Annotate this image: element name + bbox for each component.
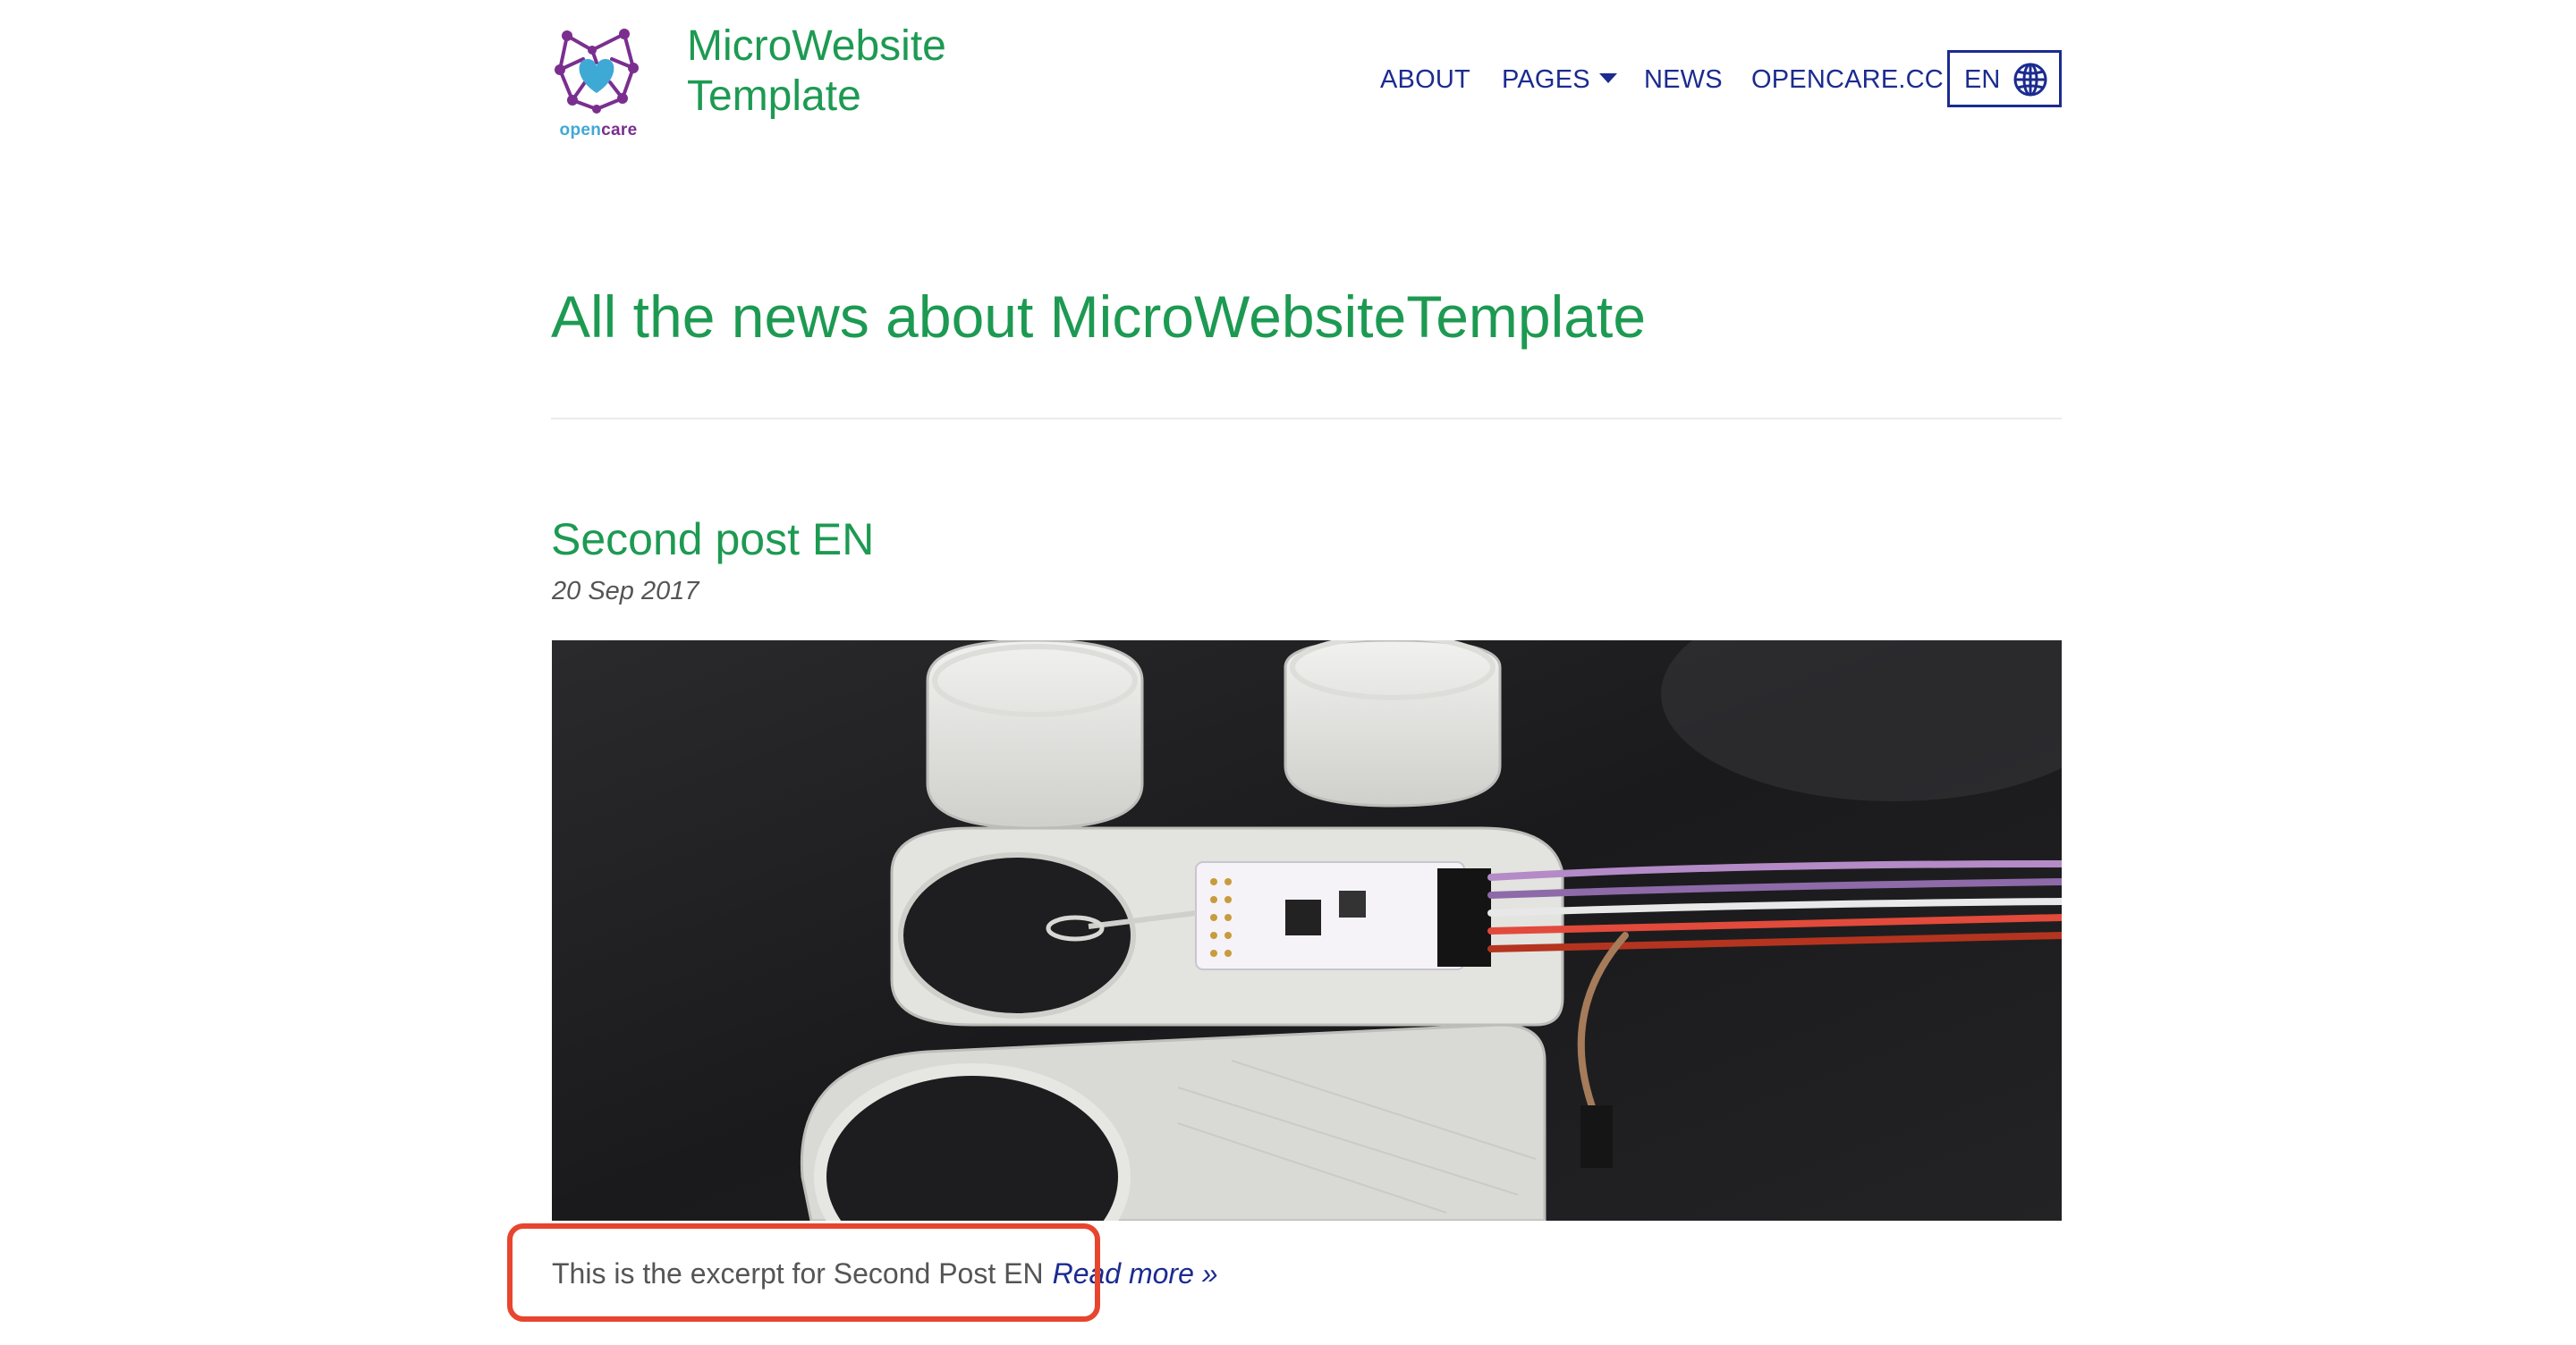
nav-item-about[interactable]: ABOUT: [1380, 64, 1470, 95]
language-label: EN: [1964, 65, 2001, 94]
read-more-link[interactable]: Read more »: [1053, 1257, 1218, 1290]
post-excerpt-text: This is the excerpt for Second Post EN: [552, 1257, 1044, 1290]
nav-item-opencare[interactable]: OPENCARE.CC: [1751, 64, 1944, 95]
post-image-illustration: [552, 640, 2062, 1221]
nav-item-pages-label: PAGES: [1502, 65, 1590, 94]
logo-word-care: care: [601, 121, 638, 140]
globe-icon: [2013, 63, 2047, 97]
page-title: All the news about MicroWebsiteTemplate: [551, 283, 1647, 350]
page: opencare MicroWebsite Template ABOUT PAG…: [0, 0, 2576, 1345]
post-date: 20 Sep 2017: [552, 577, 699, 605]
caret-down-icon: [1598, 72, 1617, 83]
nav-item-pages[interactable]: PAGES: [1502, 64, 1617, 95]
logo-wordmark: opencare: [558, 120, 639, 141]
post-title-link[interactable]: Second post EN: [551, 512, 874, 567]
main-nav: ABOUT PAGES NEWS OPENCARE.CC: [0, 50, 2576, 107]
language-switcher[interactable]: EN: [1947, 50, 2062, 107]
logo-word-open: open: [559, 121, 602, 140]
divider: [551, 418, 2062, 419]
post-excerpt: This is the excerpt for Second Post EN Re…: [552, 1256, 1218, 1291]
post-featured-image[interactable]: [552, 640, 2062, 1221]
nav-item-news[interactable]: NEWS: [1644, 64, 1723, 95]
